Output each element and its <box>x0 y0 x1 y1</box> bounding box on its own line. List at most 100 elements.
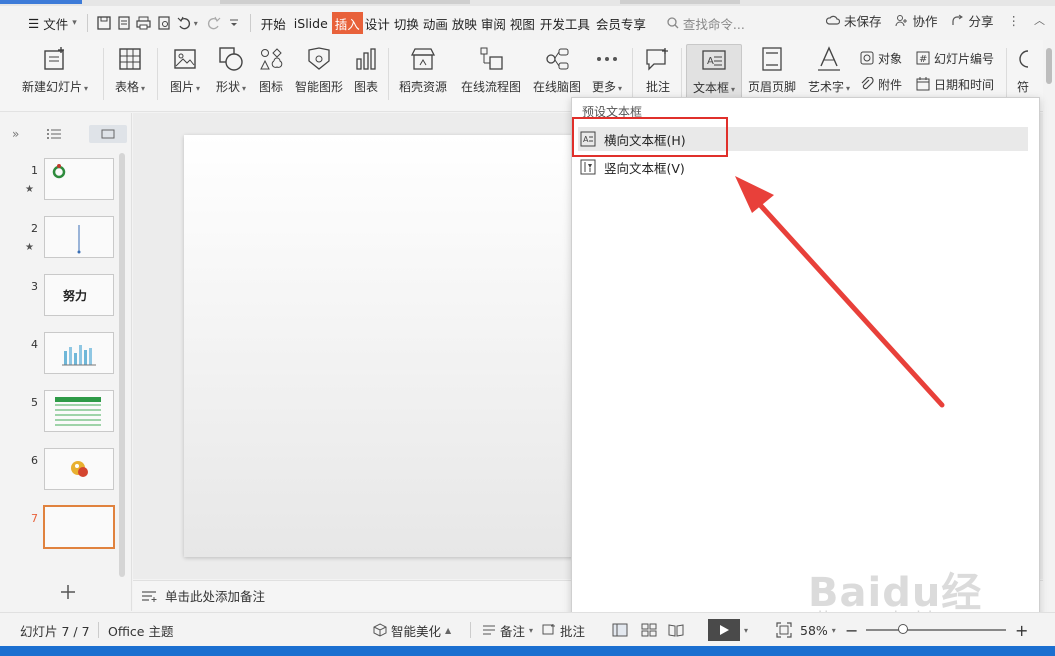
tab-review[interactable]: 审阅 <box>479 12 508 34</box>
user-add-icon <box>895 14 908 26</box>
icon-label: 图标 <box>258 80 283 94</box>
chart-button[interactable]: 图表 <box>350 44 382 104</box>
notes-toggle-button[interactable]: 备注 ▾ <box>482 613 533 647</box>
play-slideshow-button[interactable]: ▾ <box>708 613 748 647</box>
customize-toolbar-icon[interactable] <box>224 13 244 33</box>
comment-label: 批注 <box>645 80 670 94</box>
wordart-button[interactable]: 艺术字 <box>804 44 854 104</box>
picture-button[interactable]: 图片 <box>164 44 206 104</box>
zoom-out-button[interactable]: − <box>845 613 858 647</box>
divider <box>98 613 99 647</box>
object-button[interactable]: 对象 <box>860 48 902 68</box>
share-button[interactable]: 分享 <box>951 11 994 30</box>
chevron-up-icon: ▲ <box>445 625 452 635</box>
docer-label: 稻壳资源 <box>398 80 447 94</box>
header-footer-button[interactable]: 页眉页脚 <box>745 44 799 104</box>
slide-thumbnail[interactable]: 1 ★ <box>0 158 125 202</box>
slide-sorter-button[interactable] <box>641 613 657 647</box>
tab-home[interactable]: 开始 <box>257 12 290 34</box>
new-slide-icon <box>40 44 70 74</box>
vertical-textbox-option[interactable]: 竖向文本框(V) <box>578 155 1028 179</box>
icon-button[interactable]: 图标 <box>255 44 287 104</box>
slide-preview <box>44 390 114 432</box>
window-scrollbar[interactable] <box>1043 40 1055 612</box>
symbol-icon <box>1008 44 1038 74</box>
chart-label: 图表 <box>353 80 378 94</box>
window-tab[interactable] <box>620 0 740 4</box>
collaborate-button[interactable]: 协作 <box>895 11 937 30</box>
scrollbar-thumb[interactable] <box>1046 48 1052 84</box>
collapse-ribbon-icon[interactable]: ︿ <box>1034 12 1045 28</box>
vertical-textbox-icon <box>580 159 596 175</box>
datetime-button[interactable]: 日期和时间 <box>916 74 994 94</box>
tab-design[interactable]: 设计 <box>363 12 392 34</box>
tab-member[interactable]: 会员专享 <box>593 12 649 34</box>
slide-thumbnail-current[interactable]: 7 <box>0 505 125 550</box>
smartart-button[interactable]: 智能图形 <box>291 44 347 104</box>
chevron-down-icon[interactable]: ▾ <box>194 19 198 28</box>
print-preview-icon[interactable] <box>154 13 174 33</box>
save-icon[interactable] <box>94 13 114 33</box>
tab-developer[interactable]: 开发工具 <box>537 12 593 34</box>
fit-to-window-button[interactable] <box>776 613 792 647</box>
tab-islide[interactable]: iSlide <box>290 12 332 34</box>
divider <box>388 48 389 100</box>
shape-button[interactable]: 形状 <box>210 44 252 104</box>
reading-view-button[interactable] <box>668 613 684 647</box>
symbol-button[interactable]: 符 <box>1010 44 1036 104</box>
slide-thumbnail[interactable]: 5 <box>0 390 125 434</box>
export-pdf-icon[interactable] <box>114 13 134 33</box>
tab-slideshow[interactable]: 放映 <box>450 12 479 34</box>
window-tab[interactable] <box>220 0 470 4</box>
slide-thumbnail[interactable]: 3 努力 <box>0 274 125 318</box>
docer-resources-button[interactable]: 稻壳资源 <box>395 44 451 104</box>
thumbnail-view-button[interactable] <box>89 125 128 143</box>
zoom-in-button[interactable]: + <box>1015 613 1028 647</box>
tab-animation[interactable]: 动画 <box>421 12 450 34</box>
comment-button[interactable]: 批注 <box>638 44 678 104</box>
outline-view-icon[interactable] <box>47 128 62 140</box>
attachment-button[interactable]: 附件 <box>860 74 902 94</box>
print-icon[interactable] <box>134 13 154 33</box>
online-mindmap-button[interactable]: 在线脑图 <box>529 44 585 104</box>
more-options-icon[interactable]: ⋮ <box>1008 13 1021 28</box>
tab-insert[interactable]: 插入 <box>331 12 363 34</box>
add-slide-button[interactable] <box>60 581 76 606</box>
more-button[interactable]: 更多 <box>588 44 626 104</box>
expand-panel-icon[interactable]: » <box>12 127 19 141</box>
command-search[interactable]: 查找命令... <box>667 14 745 33</box>
tab-view[interactable]: 视图 <box>508 12 537 34</box>
picture-icon <box>170 44 200 74</box>
search-placeholder: 查找命令... <box>682 16 745 32</box>
undo-icon[interactable] <box>174 13 194 33</box>
normal-view-button[interactable] <box>612 613 628 647</box>
file-menu[interactable]: ☰ 文件 ▾ <box>24 12 81 34</box>
zoom-slider-thumb[interactable] <box>898 624 908 634</box>
slide-thumbnail[interactable]: 2 ★ <box>0 216 125 260</box>
bar-chart-graphic <box>62 345 96 366</box>
divider <box>103 48 104 100</box>
textbox-dropdown-menu: 预设文本框 A 横向文本框(H) 竖向文本框(V) <box>571 97 1040 621</box>
panel-scrollbar[interactable] <box>119 153 125 577</box>
slide-number: 1 <box>31 164 38 177</box>
shop-icon <box>408 44 438 74</box>
zoom-slider-track <box>866 624 1006 634</box>
table-button[interactable]: 表格 <box>108 44 152 104</box>
tab-transition[interactable]: 切换 <box>392 12 421 34</box>
active-window-tab[interactable] <box>0 0 82 4</box>
slide-number: 5 <box>31 396 38 409</box>
slide-thumbnail[interactable]: 4 <box>0 332 125 376</box>
online-flowchart-button[interactable]: 在线流程图 <box>457 44 525 104</box>
slide-number-button[interactable]: # 幻灯片编号 <box>916 48 994 68</box>
current-slide[interactable] <box>184 135 614 557</box>
new-slide-button[interactable]: 新建幻灯片 <box>16 44 94 104</box>
comments-toggle-button[interactable]: 批注 <box>542 613 585 647</box>
slide-thumbnail[interactable]: 6 <box>0 448 125 492</box>
zoom-slider[interactable] <box>866 613 1006 647</box>
textbox-button[interactable]: A 文本框 <box>686 44 742 104</box>
unsaved-status[interactable]: 未保存 <box>825 11 881 30</box>
redo-icon[interactable] <box>204 13 224 33</box>
chevron-down-icon[interactable]: ▾ <box>744 626 748 635</box>
zoom-level[interactable]: 58% ▾ <box>800 613 836 647</box>
smart-beautify-button[interactable]: 智能美化 ▲ <box>373 613 451 647</box>
